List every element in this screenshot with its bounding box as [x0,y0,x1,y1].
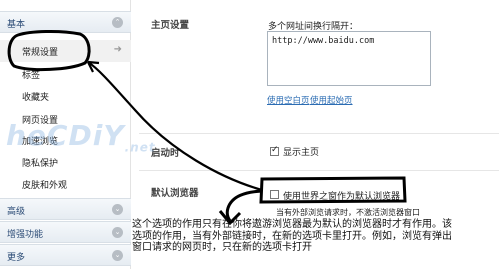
show-homepage-checkbox[interactable] [270,145,279,156]
sidebar-item-general[interactable]: 常规设置 ➜ [0,40,131,62]
chevron-up-icon[interactable]: ⌃ [112,17,123,28]
default-browser-checkbox[interactable] [270,190,279,199]
show-homepage-label: 显示主页 [283,148,320,158]
sidebar-item-favorites[interactable]: 收藏夹 [0,85,131,107]
row-divider [139,170,499,171]
default-browser-checkbox-label: 使用世界之窗作为默认浏览器 [283,192,401,202]
chevron-down-icon[interactable]: ⌄ [112,250,123,261]
annotation-note: 这个选项的作用只有在你将遨游浏览器最为默认的浏览器时才有作用。该选项的作用，当有… [132,219,452,254]
section-more-header[interactable]: 更多 ⌄ [0,244,131,266]
section-basic-label: 基本 [7,20,26,30]
sidebar-item-skins[interactable]: 皮肤和外观 [0,173,131,195]
sidebar-item-label: 常规设置 [22,48,59,58]
site-watermark: heCDiY.net [6,119,156,155]
chevron-down-icon[interactable]: ⌄ [112,227,123,238]
external-request-note: 当有外部浏览请求时，不激活浏览器窗口 [276,208,420,217]
section-enhanced-header[interactable]: 增强功能 ⌄ [0,221,131,243]
default-browser-row-label: 默认浏览器 [151,188,199,199]
sidebar-item-tabs[interactable]: 标签 [0,63,131,85]
watermark-suffix: .net [124,140,156,155]
chevron-down-icon[interactable]: ⌄ [112,204,123,215]
sidebar-item-label: 隐私保护 [22,159,59,169]
homepage-url-textarea[interactable]: http://www.baidu.com [267,31,431,86]
use-blank-page-link[interactable]: 使用空白页 [267,94,310,106]
sidebar-item-label: 收藏夹 [22,93,50,103]
arrow-right-icon: ➜ [113,44,122,55]
sidebar-item-label: 标签 [22,71,41,81]
sidebar-item-label: 皮肤和外观 [22,181,68,191]
section-basic-header[interactable]: 基本 ⌃ [0,11,131,33]
watermark-text: heCDiY [6,119,125,152]
use-start-page-link[interactable]: 使用起始页 [310,94,353,106]
section-enhanced-label: 增强功能 [7,230,44,240]
section-advanced-label: 高级 [7,207,26,217]
homepage-row-label: 主页设置 [151,20,190,31]
section-advanced-header[interactable]: 高级 ⌄ [0,198,131,220]
section-more-label: 更多 [7,253,26,263]
row-divider [139,133,499,134]
